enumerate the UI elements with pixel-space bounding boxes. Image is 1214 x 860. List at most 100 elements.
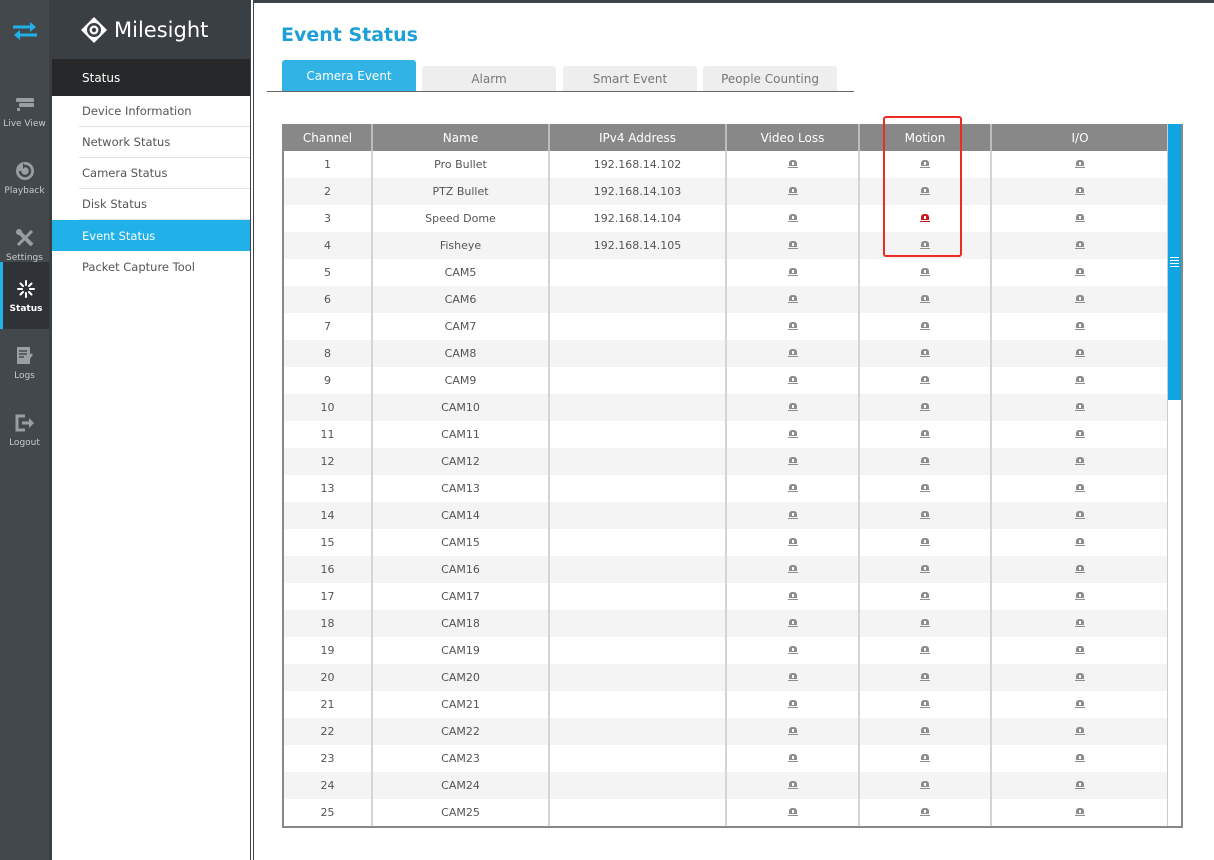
cell-video-loss	[726, 286, 860, 313]
cell-ipv4	[549, 664, 727, 691]
cell-ipv4	[549, 745, 727, 772]
motion-alarm-icon	[920, 538, 930, 546]
video-loss-alarm-icon	[787, 700, 798, 708]
table-row: 8 CAM8	[284, 340, 1168, 367]
brand-name: Milesight	[114, 17, 209, 42]
cell-channel: 13	[284, 475, 373, 502]
cell-motion	[859, 718, 992, 745]
tab-alarm[interactable]: Alarm	[422, 66, 556, 91]
tab-smart-event[interactable]: Smart Event	[563, 66, 697, 91]
io-alarm-icon	[1075, 376, 1085, 384]
motion-alarm-icon	[920, 268, 930, 276]
cell-video-loss	[726, 745, 860, 772]
cell-motion	[859, 772, 992, 799]
cell-ipv4	[549, 286, 727, 313]
cell-ipv4	[549, 421, 727, 448]
submenu-item-disk-status[interactable]: Disk Status	[79, 189, 250, 220]
table-scrollbar[interactable]	[1167, 124, 1181, 826]
cell-ipv4	[549, 583, 727, 610]
cell-ipv4	[549, 502, 727, 529]
cell-video-loss	[726, 718, 860, 745]
cell-channel: 7	[284, 313, 373, 340]
submenu-item-event-status[interactable]: Event Status	[52, 220, 250, 251]
cell-channel: 17	[284, 583, 373, 610]
video-loss-alarm-icon	[787, 187, 798, 195]
motion-alarm-icon	[920, 781, 930, 789]
video-loss-alarm-icon	[787, 241, 798, 249]
cell-name: Pro Bullet	[372, 151, 550, 178]
cell-name: CAM19	[372, 637, 550, 664]
cell-name: CAM15	[372, 529, 550, 556]
table-row: 19 CAM19	[284, 637, 1168, 664]
video-loss-alarm-icon	[787, 727, 798, 735]
io-alarm-icon	[1075, 754, 1085, 762]
nav-label: Status	[9, 303, 43, 314]
nav-playback[interactable]: Playback	[0, 144, 49, 211]
cell-channel: 24	[284, 772, 373, 799]
cell-motion	[859, 529, 992, 556]
cell-name: CAM25	[372, 799, 550, 826]
cell-io	[991, 556, 1168, 583]
io-alarm-icon	[1075, 241, 1085, 249]
motion-alarm-icon	[920, 565, 930, 573]
io-alarm-icon	[1075, 808, 1085, 816]
nav-live-view[interactable]: Live View	[0, 77, 49, 144]
nav-status[interactable]: Status	[0, 262, 49, 329]
tab-camera-event[interactable]: Camera Event	[282, 60, 416, 91]
column-header-io[interactable]: I/O	[991, 124, 1168, 151]
table-row: 16 CAM16	[284, 556, 1168, 583]
cell-video-loss	[726, 637, 860, 664]
cell-video-loss	[726, 448, 860, 475]
submenu-item-camera-status[interactable]: Camera Status	[79, 158, 250, 189]
table-row: 22 CAM22	[284, 718, 1168, 745]
io-alarm-icon	[1075, 700, 1085, 708]
submenu-item-device-information[interactable]: Device Information	[79, 96, 250, 127]
video-loss-alarm-icon	[787, 565, 798, 573]
cell-motion	[859, 610, 992, 637]
cell-channel: 21	[284, 691, 373, 718]
submenu-item-packet-capture-tool[interactable]: Packet Capture Tool	[79, 251, 250, 282]
cell-video-loss	[726, 232, 860, 259]
event-tabs: Camera Event Alarm Smart Event People Co…	[267, 60, 854, 92]
video-loss-alarm-icon	[787, 673, 798, 681]
cell-channel: 20	[284, 664, 373, 691]
cell-io	[991, 286, 1168, 313]
table-row: 7 CAM7	[284, 313, 1168, 340]
toggle-menu-button[interactable]	[0, 0, 49, 62]
column-header-name[interactable]: Name	[372, 124, 550, 151]
logs-icon	[14, 345, 36, 367]
column-header-video-loss[interactable]: Video Loss	[726, 124, 860, 151]
cell-ipv4	[549, 448, 727, 475]
cell-io	[991, 313, 1168, 340]
submenu-item-network-status[interactable]: Network Status	[79, 127, 250, 158]
cell-ipv4	[549, 799, 727, 826]
column-header-motion[interactable]: Motion	[859, 124, 992, 151]
io-alarm-icon	[1075, 781, 1085, 789]
swap-arrows-icon	[12, 22, 37, 40]
video-loss-alarm-icon	[787, 376, 798, 384]
tab-people-counting[interactable]: People Counting	[703, 66, 837, 91]
cell-io	[991, 151, 1168, 178]
table-row: 17 CAM17	[284, 583, 1168, 610]
io-alarm-icon	[1075, 322, 1085, 330]
cell-name: CAM16	[372, 556, 550, 583]
video-loss-alarm-icon	[787, 484, 798, 492]
io-alarm-icon	[1075, 214, 1085, 222]
nav-logout[interactable]: Logout	[0, 396, 49, 463]
column-header-channel[interactable]: Channel	[284, 124, 373, 151]
cell-io	[991, 664, 1168, 691]
cell-motion	[859, 448, 992, 475]
nav-logs[interactable]: Logs	[0, 329, 49, 396]
video-loss-alarm-icon	[787, 781, 798, 789]
cell-channel: 6	[284, 286, 373, 313]
cell-ipv4: 192.168.14.104	[549, 205, 727, 232]
cell-ipv4: 192.168.14.105	[549, 232, 727, 259]
scrollbar-thumb[interactable]	[1168, 124, 1181, 400]
cell-io	[991, 232, 1168, 259]
cell-name: CAM14	[372, 502, 550, 529]
cell-video-loss	[726, 610, 860, 637]
cell-motion	[859, 475, 992, 502]
column-header-ipv4[interactable]: IPv4 Address	[549, 124, 727, 151]
cell-ipv4	[549, 475, 727, 502]
cell-io	[991, 637, 1168, 664]
